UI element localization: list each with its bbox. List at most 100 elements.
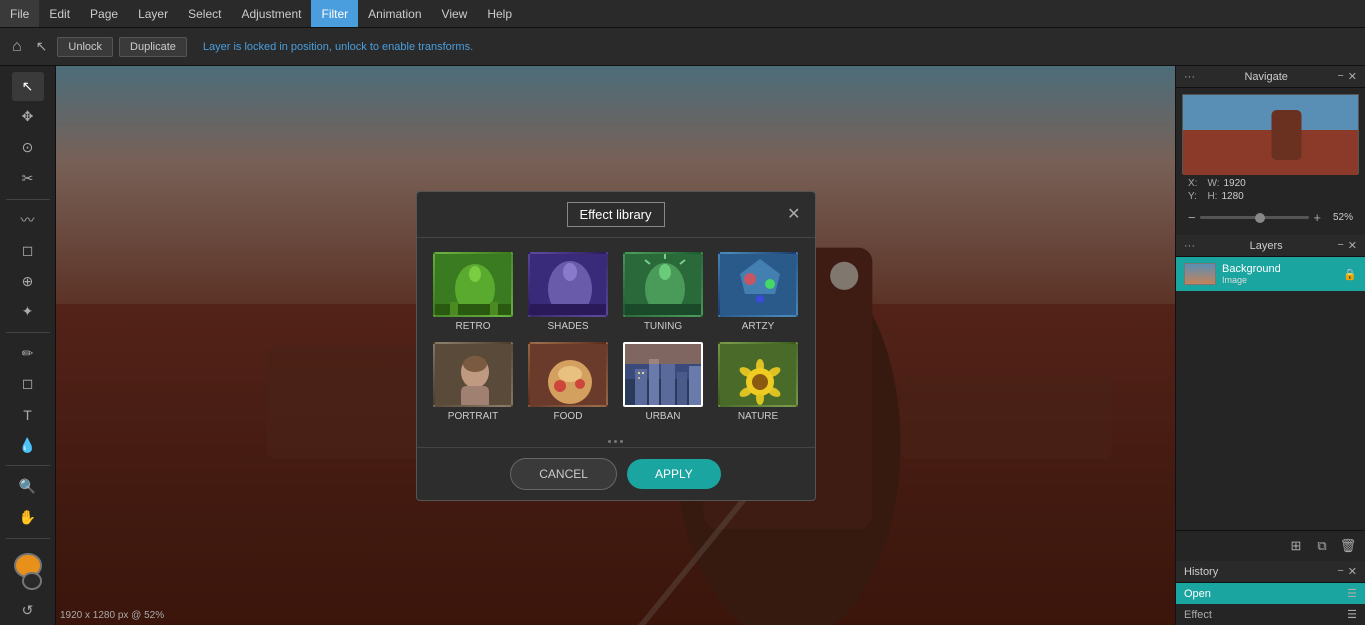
effect-item-nature[interactable]: NATURE [716,342,801,422]
h-label: H: [1207,191,1217,202]
menu-item-select[interactable]: Select [178,0,231,27]
layers-close-btn[interactable]: ✕ [1348,239,1357,252]
crop-tool[interactable]: ✂ [12,164,44,193]
dialog-title-bar: Effect library ✕ [417,192,815,238]
dialog-close-button[interactable]: ✕ [787,204,800,224]
duplicate-layer-btn[interactable]: ⧉ [1311,535,1333,557]
layers-panel-header: ··· Layers − ✕ [1176,235,1365,257]
toolbar: ⌂ ↖ Unlock Duplicate Layer is locked in … [0,28,1365,66]
apply-button[interactable]: APPLY [627,459,721,489]
y-label: Y: [1188,191,1197,202]
menu-item-view[interactable]: View [432,0,478,27]
zoom-control: − + 52% [1182,206,1359,229]
history-item-effect[interactable]: Effect ☰ [1176,604,1365,625]
layer-item-background[interactable]: Background Image 🔒 [1176,257,1365,291]
type-tool[interactable]: T [12,400,44,429]
shape-tool[interactable]: ◻ [12,370,44,399]
menu-item-layer[interactable]: Layer [128,0,178,27]
brush-tool[interactable]: 〰 [12,205,44,234]
canvas-area: Effect library ✕ [56,66,1175,625]
status-bar: 1920 x 1280 px @ 52% [60,610,164,621]
navigate-minimize-btn[interactable]: − [1337,70,1343,83]
duplicate-button[interactable]: Duplicate [119,37,187,57]
w-label: W: [1207,178,1219,189]
background-color[interactable] [22,572,42,590]
history-effect-label: Effect [1184,609,1212,621]
zoom-slider[interactable] [1200,216,1310,219]
navigate-more-btn[interactable]: ··· [1184,71,1195,83]
menu-item-adjustment[interactable]: Adjustment [231,0,311,27]
menu-item-file[interactable]: File [0,0,39,27]
layers-content: Background Image 🔒 [1176,257,1365,530]
effect-item-tuning[interactable]: TUNING [621,252,706,332]
layers-title: Layers [1250,240,1283,252]
effect-label-portrait: PORTRAIT [448,411,498,422]
cursor-icon[interactable]: ↖ [32,34,52,59]
effect-label-tuning: TUNING [644,321,682,332]
dialog-overlay: Effect library ✕ [56,66,1175,625]
menu-item-animation[interactable]: Animation [358,0,431,27]
effect-item-portrait[interactable]: PORTRAIT [431,342,516,422]
layer-type: Image [1222,275,1337,285]
effect-label-food: FOOD [554,411,583,422]
add-layer-btn[interactable]: ⊞ [1285,535,1307,557]
history-minimize-btn[interactable]: − [1337,565,1343,578]
history-open-icon: ☰ [1347,587,1357,600]
menu-item-page[interactable]: Page [80,0,128,27]
history-title: History [1184,566,1218,578]
layers-more-btn[interactable]: ··· [1184,240,1195,252]
select-tool[interactable]: ↖ [12,72,44,101]
cancel-button[interactable]: CANCEL [510,458,617,490]
history-panel-header: History − ✕ [1176,561,1365,583]
effect-item-food[interactable]: FOOD [526,342,611,422]
pen-tool[interactable]: ✏ [12,339,44,368]
navigate-title: Navigate [1244,71,1287,83]
effect-item-artzy[interactable]: ARTZY [716,252,801,332]
h-value: 1280 [1221,191,1243,202]
navigate-content: X: Y: W: 1920 H: 1280 [1176,88,1365,235]
effect-library-dialog: Effect library ✕ [416,191,816,501]
zoom-plus-btn[interactable]: + [1313,210,1321,225]
dialog-title: Effect library [567,202,665,227]
effect-item-urban[interactable]: URBAN [621,342,706,422]
layer-name: Background [1222,263,1337,275]
zoom-slider-handle[interactable] [1255,213,1265,223]
layer-lock-icon[interactable]: 🔒 [1343,268,1357,281]
eyedropper-tool[interactable]: 💧 [12,431,44,460]
more-options [417,436,815,447]
history-item-open[interactable]: Open ☰ [1176,583,1365,604]
menubar: File Edit Page Layer Select Adjustment F… [0,0,1365,28]
zoom-minus-btn[interactable]: − [1188,210,1196,225]
left-toolbar: ↖ ✥ ⊙ ✂ 〰 ◻ ⊕ ✦ ✏ ◻ T 💧 🔍 ✋ ↺ [0,66,56,625]
transform-tool[interactable]: ↺ [12,596,44,625]
right-panel: ··· Navigate − ✕ [1175,66,1365,625]
layers-minimize-btn[interactable]: − [1337,239,1343,252]
effect-label-shades: SHADES [547,321,588,332]
heal-tool[interactable]: ✦ [12,297,44,326]
menu-item-edit[interactable]: Edit [39,0,80,27]
eraser-tool[interactable]: ◻ [12,236,44,265]
layers-toolbar: ⊞ ⧉ 🗑 [1176,530,1365,561]
history-effect-icon: ☰ [1347,608,1357,621]
toolbar-info: Layer is locked in position, unlock to e… [203,41,473,53]
menu-item-help[interactable]: Help [477,0,522,27]
menu-item-filter[interactable]: Filter [311,0,358,27]
delete-layer-btn[interactable]: 🗑 [1337,535,1359,557]
history-open-label: Open [1184,588,1211,600]
zoom-tool[interactable]: 🔍 [12,472,44,501]
navigate-close-btn[interactable]: ✕ [1348,70,1357,83]
w-value: 1920 [1224,178,1246,189]
effects-grid: RETRO SHADES [417,238,815,436]
dialog-footer: CANCEL APPLY [417,447,815,500]
navigate-thumbnail [1182,94,1359,174]
pan-tool[interactable]: ✋ [12,503,44,532]
home-icon[interactable]: ⌂ [8,34,26,60]
effect-label-artzy: ARTZY [742,321,775,332]
effect-item-shades[interactable]: SHADES [526,252,611,332]
move-tool[interactable]: ✥ [12,103,44,132]
lasso-tool[interactable]: ⊙ [12,133,44,162]
effect-item-retro[interactable]: RETRO [431,252,516,332]
unlock-button[interactable]: Unlock [57,37,113,57]
history-close-btn[interactable]: ✕ [1348,565,1357,578]
clone-tool[interactable]: ⊕ [12,267,44,296]
